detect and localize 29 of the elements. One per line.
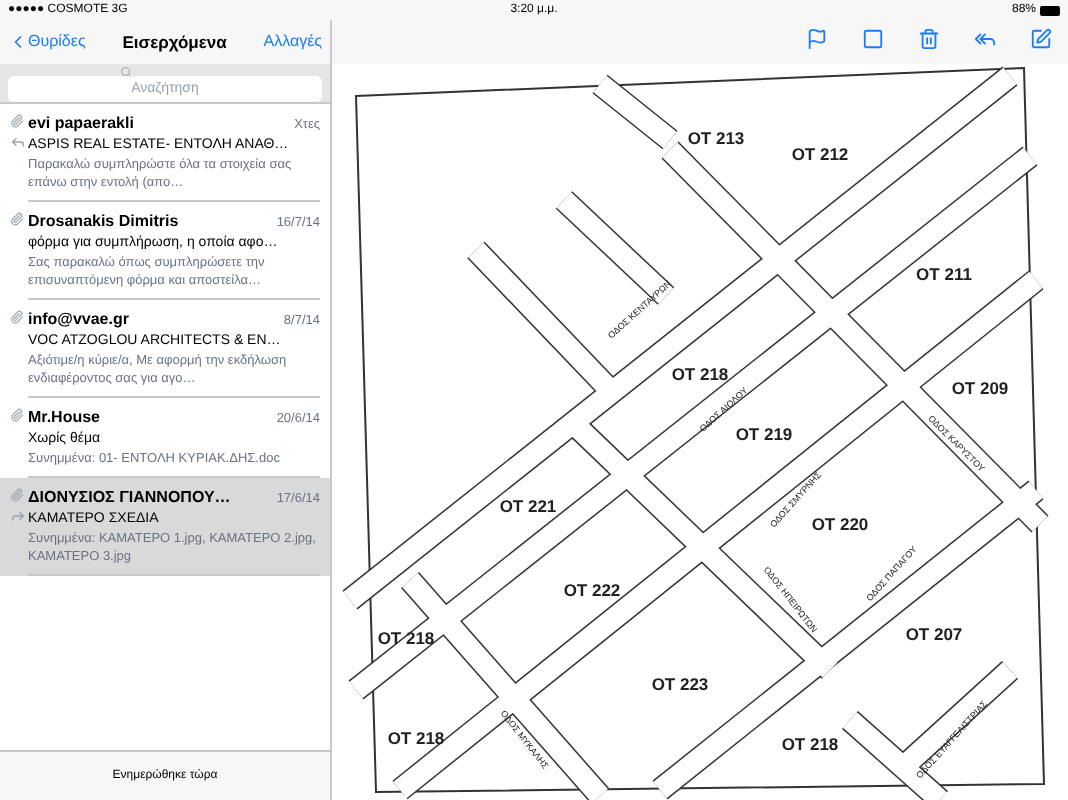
sender-name: evi papaerakli [28, 112, 134, 136]
sender-name: ΔΙΟΝΥΣΙΟΣ ΓΙΑΝΝΟΠΟΥ… [28, 486, 231, 510]
block-label: ΟΤ 220 [811, 514, 869, 534]
block-label: ΟΤ 211 [916, 264, 972, 284]
block-label: ΟΤ 218 [781, 734, 839, 754]
sender-name: Drosanakis Dimitris [28, 210, 179, 234]
compose-icon[interactable] [1030, 27, 1052, 49]
folder-icon[interactable] [862, 27, 884, 49]
block-label: ΟΤ 218 [671, 364, 729, 384]
battery-icon [1040, 5, 1060, 15]
flag-icon[interactable] [806, 27, 828, 49]
block-label: ΟΤ 213 [687, 128, 745, 148]
block-label: ΟΤ 218 [377, 628, 435, 648]
edit-button[interactable]: Αλλαγές [263, 30, 322, 54]
search-icon [120, 66, 132, 78]
block-label: ΟΤ 218 [387, 728, 445, 748]
block-label: ΟΤ 223 [651, 674, 709, 694]
trash-icon[interactable] [918, 27, 940, 49]
block-label: ΟΤ 219 [735, 424, 793, 444]
block-label: ΟΤ 222 [563, 580, 621, 600]
block-label: ΟΤ 209 [951, 378, 1009, 398]
block-label: ΟΤ 212 [791, 144, 849, 164]
sender-name: Mr.House [28, 406, 101, 430]
sender-name: info@vvae.gr [28, 308, 129, 332]
block-label: ΟΤ 221 [499, 496, 557, 516]
back-button[interactable]: Θυρίδες [8, 30, 86, 54]
block-label: ΟΤ 207 [905, 624, 963, 644]
mailbox-title: Εισερχόμενα [122, 29, 227, 55]
reply-icon[interactable] [974, 27, 996, 49]
